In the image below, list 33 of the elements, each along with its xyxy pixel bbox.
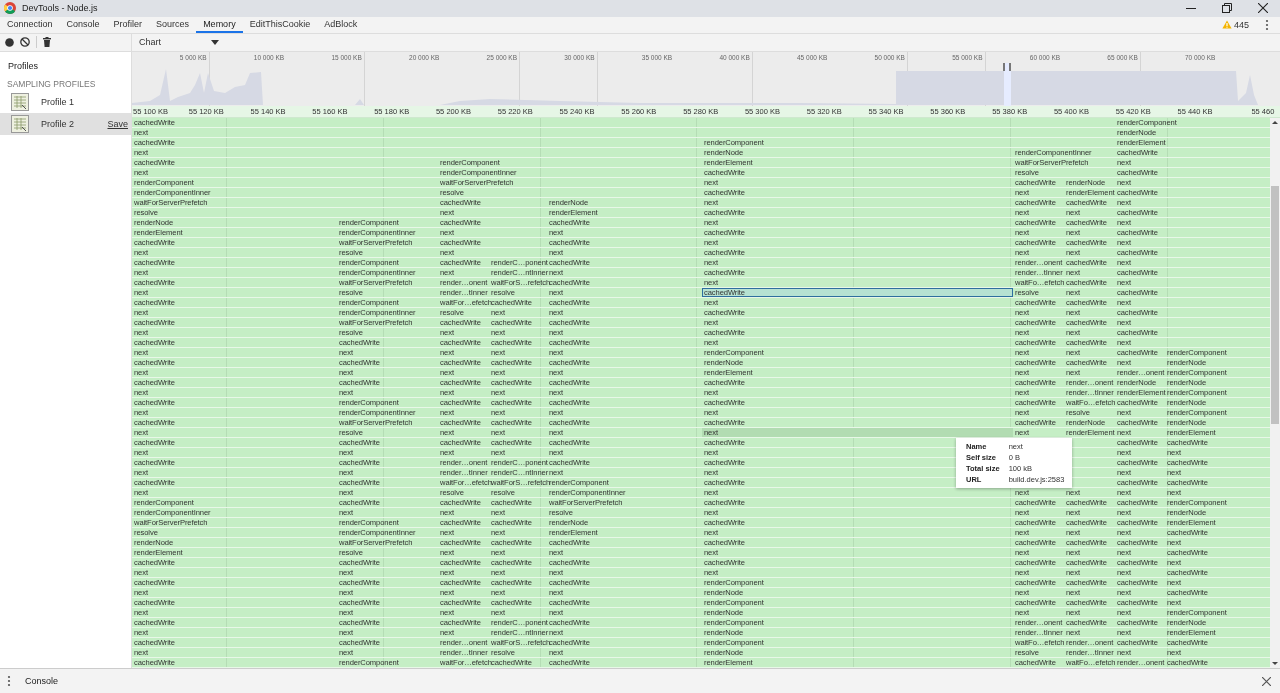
- warning-count[interactable]: 445: [1233, 19, 1249, 30]
- section-title: SAMPLING PROFILES: [6, 78, 97, 91]
- panel-tab[interactable]: Profiler: [106, 16, 150, 33]
- drawer-tab[interactable]: Console: [19, 676, 65, 687]
- sidebar-heading: Profiles: [7, 59, 39, 73]
- profile-item[interactable]: Profile 1: [0, 90, 131, 113]
- profile-item[interactable]: Profile 2 Save: [0, 112, 131, 135]
- close-icon[interactable]: [1258, 3, 1268, 14]
- profile-icon: [11, 114, 29, 133]
- more-options-icon[interactable]: [7, 675, 11, 688]
- browser-logo-icon: [4, 2, 16, 15]
- more-options-icon[interactable]: [1265, 18, 1269, 31]
- save-link[interactable]: Save: [107, 118, 128, 129]
- panel-tab[interactable]: AdBlock: [317, 16, 365, 33]
- panel-tab[interactable]: Connection: [0, 16, 60, 33]
- profile-icon: [11, 92, 29, 111]
- panel-tab[interactable]: Sources: [149, 16, 197, 33]
- panel-tab[interactable]: Console: [59, 16, 107, 33]
- profile-name: Profile 1: [41, 96, 75, 107]
- scrollbar[interactable]: [1270, 117, 1280, 669]
- scrollbar-thumb[interactable]: [1271, 185, 1279, 424]
- warning-icon: [1221, 20, 1232, 30]
- trash-icon[interactable]: [43, 37, 51, 48]
- caret-icon: [211, 39, 219, 45]
- profile-name: Profile 2: [41, 118, 75, 129]
- close-icon[interactable]: [1262, 676, 1271, 686]
- panel-tab[interactable]: Memory: [196, 16, 243, 33]
- record-icon[interactable]: [5, 37, 14, 47]
- clear-icon[interactable]: [20, 37, 30, 48]
- restore-icon[interactable]: [1222, 3, 1232, 14]
- panel-tab[interactable]: EditThisCookie: [242, 16, 318, 33]
- window-title: DevTools - Node.js: [22, 3, 98, 14]
- view-select[interactable]: Chart: [137, 36, 221, 49]
